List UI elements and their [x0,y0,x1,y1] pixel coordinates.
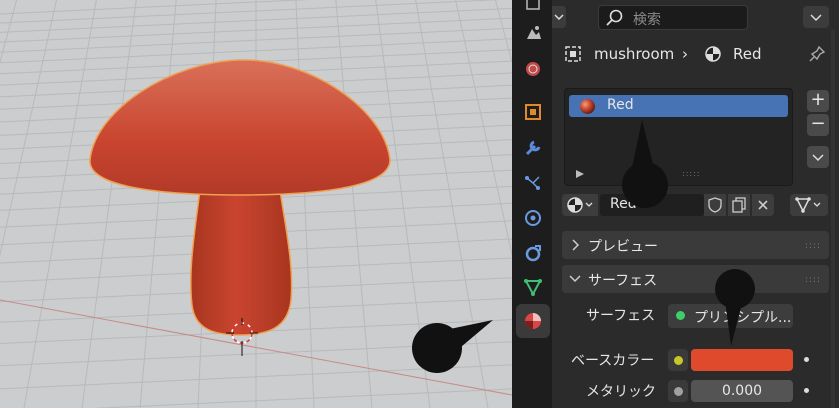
chevron-right-icon [572,239,580,251]
search-icon [606,9,623,26]
viewport-grid [0,0,512,408]
close-icon [758,200,768,210]
unlink-material-button[interactable] [752,194,774,216]
constraints-icon[interactable] [520,240,546,266]
preview-panel-header[interactable]: プレビュー :::: [562,231,829,259]
metallic-label: メタリック [586,384,656,400]
breadcrumb-material: Red [733,45,762,63]
editor-type-dropdown[interactable] [552,6,566,28]
3d-viewport[interactable] [0,0,512,408]
search-input[interactable]: 検索 [598,5,748,30]
surface-shader-label: サーフェス [586,308,656,324]
metallic-value-field[interactable]: 0.000 [691,380,793,402]
keyframe-dot-icon[interactable] [804,357,809,362]
breadcrumb-object: mushroom [594,45,675,63]
duplicate-material-button[interactable] [728,194,750,216]
list-item[interactable]: Red [569,95,788,117]
material-icon [567,197,593,213]
keyframe-dot-icon[interactable] [804,388,809,393]
preview-section-label: プレビュー [588,239,658,255]
base-color-swatch[interactable] [691,349,793,371]
properties-tab-bar [512,0,552,408]
expand-triangle-icon[interactable] [575,169,585,179]
view-layer-icon[interactable] [520,0,546,18]
object-icon [565,46,581,62]
slot-specials-dropdown[interactable] [807,146,829,168]
mushroom-object[interactable] [89,59,391,336]
material-preview-icon [580,99,595,114]
shader-socket-icon [676,311,685,320]
pin-icon[interactable] [808,45,826,63]
drag-grip-icon[interactable]: :::: [805,275,821,285]
surface-panel-header[interactable]: サーフェス :::: [562,265,829,293]
shield-icon [708,197,722,213]
particles-icon[interactable] [520,170,546,196]
drag-grip-icon[interactable]: :::: [805,241,821,251]
resize-grip-icon[interactable]: ::::: [682,169,700,178]
copy-icon [732,197,746,213]
color-socket-icon [673,355,683,365]
material-slot-list[interactable]: Red ::::: [564,88,793,186]
material-icon [705,46,721,62]
metallic-socket[interactable] [668,380,688,402]
add-slot-button[interactable]: + [807,90,829,112]
fake-user-button[interactable] [704,194,726,216]
breadcrumb-separator: › [682,45,688,63]
modifier-icon[interactable] [520,135,546,161]
world-icon[interactable] [520,56,546,82]
base-color-socket[interactable] [668,349,688,371]
pointer-bubble-icon [622,120,668,208]
object-icon[interactable] [520,99,546,125]
surface-section-label: サーフェス [588,273,658,289]
pointer-bubble-icon [715,269,755,346]
physics-icon[interactable] [520,205,546,231]
scene-icon[interactable] [520,20,546,46]
browse-material-button[interactable] [562,194,598,216]
base-color-label: ベースカラー [571,353,655,369]
scrollbar[interactable] [831,30,835,408]
mesh-data-icon [795,197,821,213]
float-socket-icon [673,386,683,396]
properties-panel: 検索 mushroom › Red Red ::::: + − Red プレビュ… [552,0,839,408]
options-dropdown[interactable] [803,6,829,28]
material-slot-name: Red [607,97,634,113]
data-icon[interactable] [520,274,546,300]
remove-slot-button[interactable]: − [807,114,829,136]
material-icon[interactable] [516,304,550,338]
search-placeholder: 検索 [633,12,661,28]
link-type-dropdown[interactable] [790,194,828,216]
chevron-down-icon [569,275,581,283]
